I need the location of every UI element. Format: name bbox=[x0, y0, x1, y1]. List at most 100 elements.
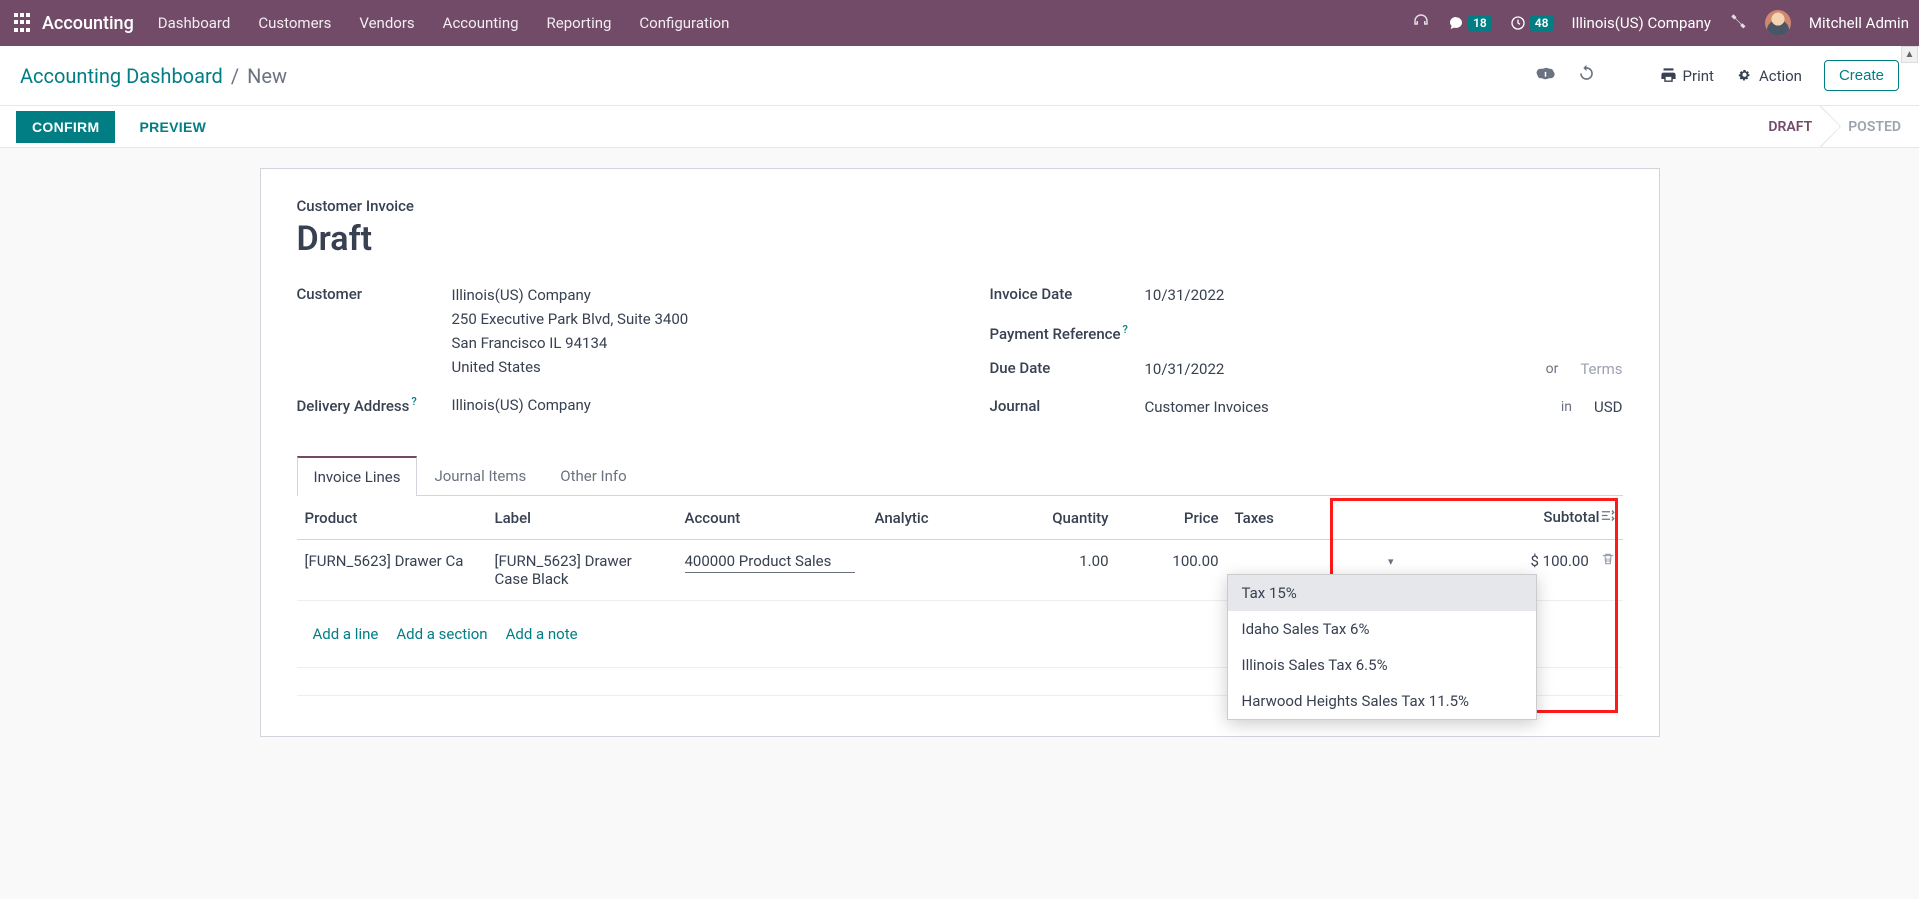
form-col-left: Customer Illinois(US) Company 250 Execut… bbox=[297, 283, 930, 433]
th-quantity[interactable]: Quantity bbox=[1007, 496, 1117, 540]
breadcrumb-separator: / bbox=[231, 64, 239, 88]
activities-indicator[interactable]: 48 bbox=[1510, 15, 1554, 31]
create-button[interactable]: Create bbox=[1824, 60, 1899, 91]
support-icon[interactable] bbox=[1412, 12, 1430, 34]
help-icon[interactable]: ? bbox=[411, 395, 416, 408]
field-due-date: Due Date 10/31/2022 or Terms bbox=[990, 357, 1623, 381]
tab-journal-items[interactable]: Journal Items bbox=[417, 456, 543, 496]
label-payment-reference: Payment Reference? bbox=[990, 321, 1145, 343]
app-brand[interactable]: Accounting bbox=[42, 13, 134, 34]
tax-option[interactable]: Harwood Heights Sales Tax 11.5% bbox=[1228, 683, 1536, 719]
action-button[interactable]: Action bbox=[1736, 67, 1802, 85]
taxes-input[interactable]: ▾ bbox=[1235, 552, 1399, 571]
cell-analytic[interactable] bbox=[867, 540, 1007, 601]
cell-product[interactable]: [FURN_5623] Drawer Ca bbox=[297, 540, 487, 601]
terms-placeholder[interactable]: Terms bbox=[1580, 357, 1622, 381]
company-switcher[interactable]: Illinois(US) Company bbox=[1572, 14, 1711, 32]
value-journal[interactable]: Customer Invoices in USD bbox=[1145, 395, 1623, 419]
label-delivery-address: Delivery Address? bbox=[297, 393, 452, 415]
cloud-upload-icon[interactable] bbox=[1536, 64, 1555, 88]
preview-button[interactable]: PREVIEW bbox=[129, 111, 216, 143]
label-invoice-date: Invoice Date bbox=[990, 283, 1145, 303]
status-draft[interactable]: DRAFT bbox=[1750, 106, 1830, 147]
tab-invoice-lines[interactable]: Invoice Lines bbox=[297, 456, 418, 496]
label-payment-reference-text: Payment Reference bbox=[990, 325, 1121, 343]
cell-quantity[interactable]: 1.00 bbox=[1007, 540, 1117, 601]
form-type-label: Customer Invoice bbox=[297, 197, 1623, 215]
field-payment-reference: Payment Reference? bbox=[990, 321, 1623, 343]
nav-link-configuration[interactable]: Configuration bbox=[639, 14, 729, 32]
value-due-date[interactable]: 10/31/2022 or Terms bbox=[1145, 357, 1623, 381]
subtotal-value: $ 100.00 bbox=[1531, 552, 1589, 570]
cell-price[interactable]: 100.00 bbox=[1117, 540, 1227, 601]
discard-icon[interactable] bbox=[1577, 64, 1596, 88]
status-posted[interactable]: POSTED bbox=[1830, 106, 1919, 147]
nav-link-customers[interactable]: Customers bbox=[258, 14, 331, 32]
messages-badge: 18 bbox=[1468, 15, 1492, 31]
table-header-row: Product Label Account Analytic Quantity … bbox=[297, 496, 1623, 540]
currency-value[interactable]: USD bbox=[1594, 395, 1622, 419]
tax-option[interactable]: Idaho Sales Tax 6% bbox=[1228, 611, 1536, 647]
nav-link-accounting[interactable]: Accounting bbox=[443, 14, 519, 32]
due-or-label: or bbox=[1546, 358, 1559, 380]
scroll-up-icon[interactable]: ▲ bbox=[1901, 46, 1918, 63]
tax-option[interactable]: Illinois Sales Tax 6.5% bbox=[1228, 647, 1536, 683]
cell-account[interactable]: 400000 Product Sales bbox=[677, 540, 867, 601]
add-line-link[interactable]: Add a line bbox=[313, 625, 379, 643]
th-analytic[interactable]: Analytic bbox=[867, 496, 1007, 540]
print-button[interactable]: Print bbox=[1660, 67, 1714, 85]
messages-indicator[interactable]: 18 bbox=[1448, 15, 1492, 31]
th-label[interactable]: Label bbox=[487, 496, 677, 540]
label-delivery-address-text: Delivery Address bbox=[297, 397, 410, 415]
print-label: Print bbox=[1683, 67, 1714, 85]
control-bar: Accounting Dashboard / New Print Action … bbox=[0, 46, 1919, 106]
account-value: 400000 Product Sales bbox=[685, 552, 855, 573]
help-icon[interactable]: ? bbox=[1123, 323, 1128, 336]
add-note-link[interactable]: Add a note bbox=[506, 625, 578, 643]
confirm-button[interactable]: CONFIRM bbox=[16, 111, 115, 143]
customer-addr1: 250 Executive Park Blvd, Suite 3400 bbox=[452, 307, 930, 331]
field-journal: Journal Customer Invoices in USD bbox=[990, 395, 1623, 419]
cell-taxes[interactable]: ▾ Tax 15% Idaho Sales Tax 6% Illinois Sa… bbox=[1227, 540, 1407, 601]
tax-option[interactable]: Tax 15% bbox=[1228, 575, 1536, 611]
column-settings-icon[interactable] bbox=[1600, 508, 1615, 527]
nav-link-reporting[interactable]: Reporting bbox=[547, 14, 612, 32]
breadcrumb-root[interactable]: Accounting Dashboard bbox=[20, 64, 223, 88]
cell-label[interactable]: [FURN_5623] Drawer Case Black bbox=[487, 540, 677, 601]
field-customer: Customer Illinois(US) Company 250 Execut… bbox=[297, 283, 930, 379]
nav-link-dashboard[interactable]: Dashboard bbox=[158, 14, 231, 32]
form-sheet: Customer Invoice Draft Customer Illinois… bbox=[260, 168, 1660, 737]
breadcrumb: Accounting Dashboard / New bbox=[20, 64, 287, 88]
due-date-value: 10/31/2022 bbox=[1145, 357, 1225, 381]
avatar[interactable] bbox=[1765, 10, 1791, 36]
page-title: Draft bbox=[297, 219, 1623, 259]
activities-badge: 48 bbox=[1530, 15, 1554, 31]
label-due-date: Due Date bbox=[990, 357, 1145, 377]
value-invoice-date[interactable]: 10/31/2022 bbox=[1145, 283, 1623, 307]
sheet-wrap: Customer Invoice Draft Customer Illinois… bbox=[0, 148, 1919, 777]
field-invoice-date: Invoice Date 10/31/2022 bbox=[990, 283, 1623, 307]
status-stages: DRAFT POSTED bbox=[1750, 106, 1919, 147]
value-customer[interactable]: Illinois(US) Company 250 Executive Park … bbox=[452, 283, 930, 379]
action-label: Action bbox=[1759, 67, 1802, 85]
th-taxes[interactable]: Taxes bbox=[1227, 496, 1407, 540]
value-delivery-address[interactable]: Illinois(US) Company bbox=[452, 393, 930, 417]
user-menu[interactable]: Mitchell Admin bbox=[1809, 14, 1909, 32]
customer-country: United States bbox=[452, 355, 930, 379]
debug-icon[interactable] bbox=[1729, 12, 1747, 34]
th-subtotal-text: Subtotal bbox=[1543, 508, 1599, 526]
tab-other-info[interactable]: Other Info bbox=[543, 456, 643, 496]
th-account[interactable]: Account bbox=[677, 496, 867, 540]
th-price[interactable]: Price bbox=[1117, 496, 1227, 540]
label-customer: Customer bbox=[297, 283, 452, 303]
trash-icon[interactable] bbox=[1601, 552, 1615, 570]
th-product[interactable]: Product bbox=[297, 496, 487, 540]
table-row[interactable]: [FURN_5623] Drawer Ca [FURN_5623] Drawer… bbox=[297, 540, 1623, 601]
chevron-down-icon[interactable]: ▾ bbox=[1388, 555, 1394, 568]
add-section-link[interactable]: Add a section bbox=[396, 625, 487, 643]
th-subtotal[interactable]: Subtotal bbox=[1407, 496, 1623, 540]
apps-icon[interactable] bbox=[14, 13, 34, 33]
nav-links: Dashboard Customers Vendors Accounting R… bbox=[158, 14, 730, 32]
nav-link-vendors[interactable]: Vendors bbox=[359, 14, 414, 32]
field-delivery-address: Delivery Address? Illinois(US) Company bbox=[297, 393, 930, 417]
